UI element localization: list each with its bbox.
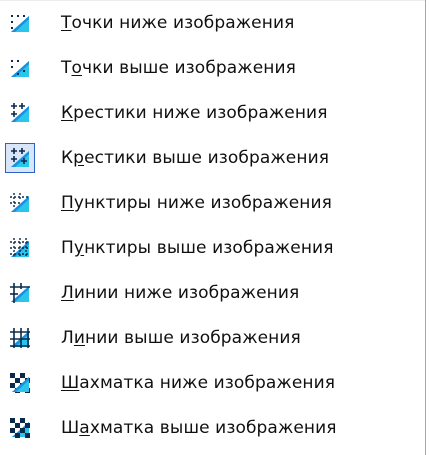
dashes-above-icon: [5, 233, 35, 263]
points-above-icon: [5, 53, 35, 83]
lines-above-icon: [5, 323, 35, 353]
menu-item-label: Точки ниже изображения: [61, 12, 295, 33]
points-below-icon: [5, 8, 35, 38]
menu-item-lines-above[interactable]: Линии выше изображения: [0, 315, 425, 360]
grid-style-menu: Точки ниже изображения Точки выше изобра…: [0, 0, 426, 455]
lines-below-icon: [5, 278, 35, 308]
menu-item-lines-below[interactable]: Линии ниже изображения: [0, 270, 425, 315]
menu-item-label: Точки выше изображения: [61, 57, 296, 78]
menu-item-label: Линии выше изображения: [61, 327, 301, 348]
menu-item-label: Крестики выше изображения: [61, 147, 330, 168]
menu-item-label: Пунктиры выше изображения: [61, 237, 334, 258]
checkerboard-above-icon: [5, 413, 35, 443]
menu-item-crosses-above[interactable]: Крестики выше изображения: [0, 135, 425, 180]
menu-item-label: Линии ниже изображения: [61, 282, 300, 303]
dashes-below-icon: [5, 188, 35, 218]
menu-item-label: Шахматка выше изображения: [61, 417, 337, 438]
menu-item-label: Пунктиры ниже изображения: [61, 192, 332, 213]
crosses-below-icon: [5, 98, 35, 128]
checkerboard-below-icon: [5, 368, 35, 398]
menu-item-checkerboard-above[interactable]: Шахматка выше изображения: [0, 405, 425, 450]
menu-item-dashes-above[interactable]: Пунктиры выше изображения: [0, 225, 425, 270]
menu-item-crosses-below[interactable]: Крестики ниже изображения: [0, 90, 425, 135]
crosses-above-icon: [5, 143, 35, 173]
menu-item-label: Крестики ниже изображения: [61, 102, 328, 123]
menu-item-points-above[interactable]: Точки выше изображения: [0, 45, 425, 90]
menu-item-points-below[interactable]: Точки ниже изображения: [0, 0, 425, 45]
menu-item-label: Шахматка ниже изображения: [61, 372, 336, 393]
menu-item-checkerboard-below[interactable]: Шахматка ниже изображения: [0, 360, 425, 405]
menu-item-dashes-below[interactable]: Пунктиры ниже изображения: [0, 180, 425, 225]
